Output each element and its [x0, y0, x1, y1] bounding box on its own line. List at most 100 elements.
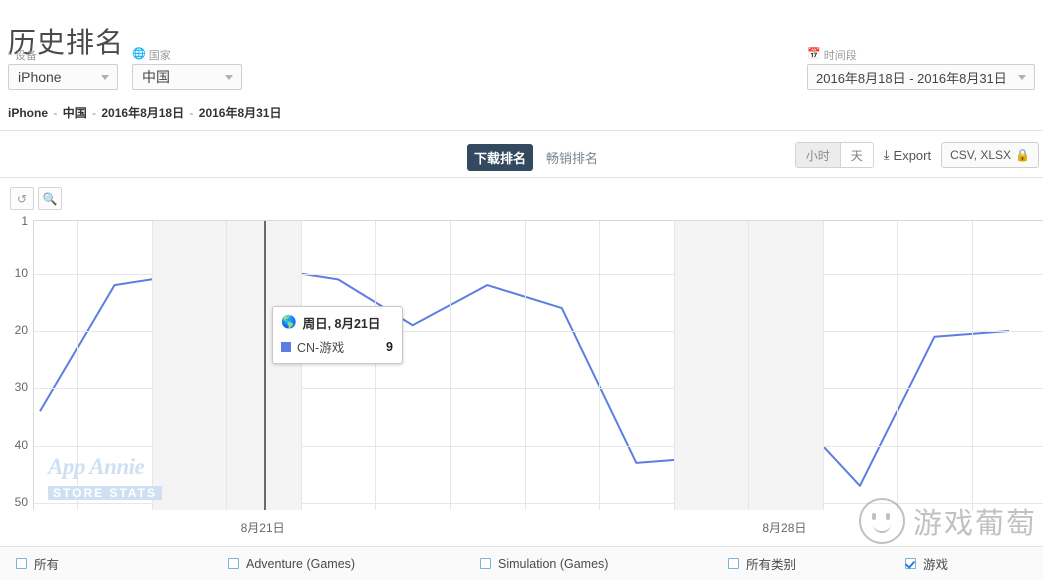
- chevron-down-icon: [101, 75, 109, 80]
- legend-item-label: 所有类别: [746, 558, 797, 572]
- x-axis-tick-label: 8月21日: [240, 521, 285, 535]
- gridline-vertical: [301, 221, 302, 510]
- granularity-option[interactable]: 天: [839, 143, 873, 167]
- granularity-toggle: 小时天: [794, 142, 874, 168]
- y-axis-tick-label: 20: [14, 322, 28, 337]
- chart-controls: ↺ 🔍: [10, 187, 62, 210]
- lock-icon: 🔒: [1015, 148, 1030, 162]
- gridline-vertical: [525, 221, 526, 510]
- daterange-filter-label: 📅 时间段: [807, 48, 857, 62]
- zoom-in-icon: 🔍: [42, 191, 58, 206]
- watermark-line2: STORE STATS: [48, 486, 163, 500]
- export-button[interactable]: ⤓ Export: [884, 147, 931, 163]
- y-axis-tick-label: 30: [14, 380, 28, 395]
- gridline-vertical: [450, 221, 451, 510]
- daterange-select-value: 2016年8月18日 - 2016年8月31日: [816, 70, 1007, 86]
- gridline-vertical: [674, 221, 675, 510]
- smiley-mouth: [872, 522, 891, 533]
- filter-bar: ▫ 设备 iPhone 🌐 国家 中国: [8, 48, 242, 90]
- country-filter-label-text: 国家: [148, 49, 171, 62]
- legend-item-label: Simulation (Games): [498, 556, 609, 571]
- export-label: Export: [893, 147, 932, 163]
- tab-grossing[interactable]: 畅销排名: [539, 144, 605, 171]
- plot-area[interactable]: [33, 220, 1043, 510]
- smiley-face-icon: [858, 498, 905, 544]
- y-axis-tick-label: 50: [14, 495, 28, 509]
- daterange-select[interactable]: 2016年8月18日 - 2016年8月31日: [807, 64, 1035, 90]
- globe-icon: 🌎: [281, 315, 297, 329]
- checkbox-icon[interactable]: [480, 558, 491, 569]
- breadcrumb-item: iPhone: [8, 106, 49, 120]
- csv-xlsx-label: CSV, XLSX: [950, 148, 1012, 162]
- granularity-option[interactable]: 小时: [795, 143, 840, 167]
- country-select-value: 中国: [142, 69, 170, 85]
- smiley-eye-right: [885, 513, 890, 520]
- breadcrumb: iPhone - 中国 - 2016年8月18日 - 2016年8月31日: [8, 104, 281, 121]
- breadcrumb-separator: -: [186, 106, 197, 120]
- tooltip-series-row: CN-游戏 9: [281, 337, 393, 356]
- zoom-in-button[interactable]: 🔍: [38, 187, 62, 210]
- legend-item-label: 所有: [34, 558, 60, 572]
- smiley-eye-left: [871, 513, 876, 520]
- country-select[interactable]: 中国: [132, 64, 242, 90]
- checkbox-icon[interactable]: [16, 558, 27, 569]
- daterange-filter-label-text: 时间段: [823, 49, 857, 62]
- device-icon: ▫: [8, 48, 12, 60]
- breadcrumb-item: 2016年8月18日: [101, 106, 185, 120]
- ranking-tabs: 下载排名 畅销排名: [467, 144, 605, 171]
- reset-zoom-button[interactable]: ↺: [10, 187, 34, 210]
- breadcrumb-item: 中国: [62, 106, 87, 120]
- tab-downloads[interactable]: 下载排名: [467, 144, 534, 171]
- gridline-vertical: [226, 221, 227, 510]
- device-filter: ▫ 设备 iPhone: [8, 48, 118, 90]
- tooltip-header: 🌎 周日, 8月21日: [281, 313, 393, 332]
- series-color-swatch: [281, 341, 291, 352]
- tooltip-value: 9: [386, 339, 393, 354]
- chart-toolbar: 小时天 ⤓ Export CSV, XLSX 🔒: [794, 142, 1039, 168]
- checkbox-icon[interactable]: [905, 558, 916, 569]
- chart-tooltip: 🌎 周日, 8月21日 CN-游戏 9: [272, 306, 403, 364]
- chevron-down-icon: [225, 75, 233, 80]
- legend-item-label: 游戏: [923, 558, 949, 572]
- legend-item[interactable]: Adventure (Games): [228, 557, 355, 571]
- y-axis-tick-label: 40: [14, 437, 28, 452]
- x-axis-tick-label: 8月28日: [762, 521, 807, 535]
- brand-name: 游戏葡萄: [912, 508, 1037, 540]
- gridline-vertical: [599, 221, 600, 510]
- gridline-vertical: [823, 221, 824, 510]
- legend-item[interactable]: Simulation (Games): [480, 557, 608, 571]
- globe-icon: 🌐: [132, 48, 146, 60]
- reset-icon: ↺: [16, 191, 28, 206]
- breadcrumb-separator: -: [88, 106, 100, 120]
- gridline-vertical: [375, 221, 376, 510]
- device-filter-label: ▫ 设备: [8, 48, 118, 62]
- legend-item[interactable]: 所有类别: [728, 554, 796, 573]
- breadcrumb-separator: -: [50, 106, 61, 120]
- divider-toolbar: [0, 177, 1043, 178]
- breadcrumb-item: 2016年8月31日: [198, 106, 282, 120]
- daterange-filter: 📅 时间段 2016年8月18日 - 2016年8月31日: [807, 48, 1035, 90]
- device-select[interactable]: iPhone: [8, 64, 118, 90]
- country-filter: 🌐 国家 中国: [132, 48, 242, 90]
- gridline-vertical: [972, 221, 973, 510]
- chevron-down-icon: [1018, 75, 1026, 80]
- tooltip-date: 周日, 8月21日: [302, 317, 381, 331]
- tooltip-series-name: CN-游戏: [297, 341, 345, 355]
- historical-ranking-page: 历史排名 ▫ 设备 iPhone 🌐 国家 中国 📅 时间段 2016年8月18…: [0, 0, 1043, 580]
- app-annie-watermark: App Annie STORE STATS: [48, 455, 163, 501]
- y-axis-tick-label: 1: [21, 214, 28, 228]
- legend-item-label: Adventure (Games): [246, 556, 356, 571]
- download-icon: ⤓: [883, 147, 890, 162]
- divider-top: [0, 130, 1043, 131]
- brand-watermark: 游戏葡萄: [858, 498, 1037, 544]
- device-select-value: iPhone: [18, 69, 62, 85]
- gridline-vertical: [897, 221, 898, 510]
- calendar-icon: 📅: [807, 48, 821, 60]
- device-filter-label-text: 设备: [14, 49, 37, 62]
- legend-item[interactable]: 游戏: [905, 554, 948, 573]
- legend-item[interactable]: 所有: [16, 554, 59, 573]
- checkbox-icon[interactable]: [728, 558, 739, 569]
- csv-xlsx-button[interactable]: CSV, XLSX 🔒: [941, 142, 1039, 168]
- crosshair-line: [263, 221, 266, 510]
- checkbox-icon[interactable]: [228, 558, 239, 569]
